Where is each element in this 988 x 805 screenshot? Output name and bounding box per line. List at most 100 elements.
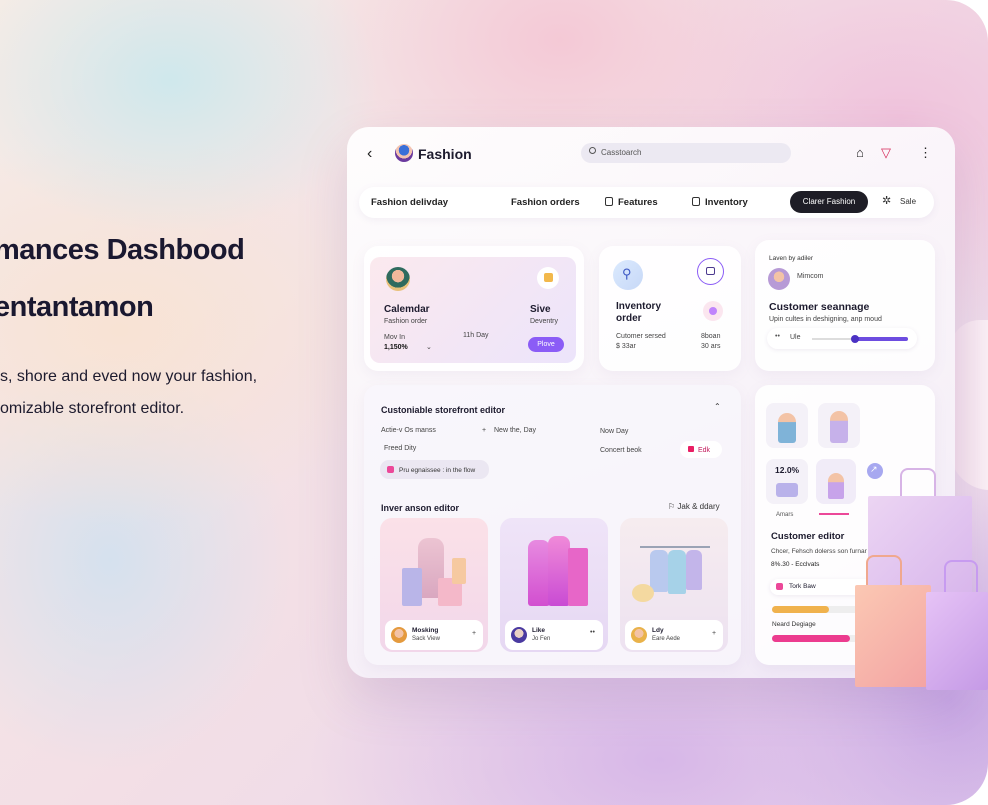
tab-inventory[interactable]: Inventory xyxy=(692,197,748,208)
checkbox-icon xyxy=(605,197,613,206)
plove-button[interactable]: Plove xyxy=(528,337,564,352)
filter-icon[interactable]: ▽ xyxy=(881,145,891,161)
back-icon[interactable]: ‹ xyxy=(367,145,372,163)
brand-name: Fashion xyxy=(418,146,472,162)
product-sub: Eare Aede xyxy=(652,636,681,642)
mov-value: 1,150% xyxy=(384,344,408,351)
slider-fill xyxy=(855,337,908,341)
customer-editor-title: Customer editor xyxy=(771,531,845,542)
stat-value: 12.0% xyxy=(775,465,800,475)
inv-value-2: 30 ars xyxy=(701,343,721,350)
bar-label: Neard Degiage xyxy=(772,621,816,628)
product-bag-image xyxy=(568,548,588,606)
top-bar: ‹ Fashion Casstoarch ⌂ ▽ ⋮ xyxy=(347,127,955,179)
add-icon[interactable]: + xyxy=(472,630,476,637)
trend-icon[interactable]: ↗ xyxy=(867,463,883,479)
product-clothes-image xyxy=(686,550,702,590)
more-icon[interactable]: •• xyxy=(590,629,595,636)
row2-b: Concert beok xyxy=(600,447,642,454)
calendar-title: Calemdar xyxy=(384,304,430,315)
bag-handle xyxy=(866,555,902,589)
bag-handle xyxy=(944,560,978,596)
inventory-card: ⚲ Inventory order Cutomer sersed $ 33ar … xyxy=(599,246,741,371)
tab-fashion-orders[interactable]: Fashion orders xyxy=(511,197,580,208)
inventory-title-1: Inventory xyxy=(616,301,662,312)
product-bag-image xyxy=(452,558,466,584)
model-thumb xyxy=(766,403,808,448)
storefront-card: Custoniable storefront editor ⌃ Actie-v … xyxy=(364,385,741,665)
bag-purple xyxy=(926,592,988,690)
inv-label-1: Cutomer sersed xyxy=(616,333,666,340)
search-icon xyxy=(589,147,596,154)
more-icon[interactable]: ⋮ xyxy=(919,145,932,161)
add-icon[interactable]: + xyxy=(712,630,716,637)
product-name: Mosking xyxy=(412,627,439,634)
slider-handle[interactable] xyxy=(851,335,860,343)
customer-name: Mimcom xyxy=(797,273,824,280)
tab-features[interactable]: Features xyxy=(605,197,658,208)
product-dress-image xyxy=(548,536,570,606)
model-thumb xyxy=(816,459,856,504)
product-dress-image xyxy=(528,540,550,606)
inv-value-1: $ 33ar xyxy=(616,343,636,350)
product-sub: Jo Fen xyxy=(532,636,551,642)
chip-icon xyxy=(387,466,394,473)
row1-b: New the, Day xyxy=(494,427,537,434)
search-input[interactable]: Casstoarch xyxy=(581,143,791,163)
product-name: Like xyxy=(532,627,546,634)
clarer-fashion-button[interactable]: Clarer Fashion xyxy=(790,191,868,213)
product-footer: Ldy Eare Aede + xyxy=(625,620,723,650)
mannequin-decoration xyxy=(950,320,988,490)
chevron-down-icon[interactable]: ⌄ xyxy=(426,343,432,351)
slider-label: Ule xyxy=(790,334,801,341)
row1-c: Now Day xyxy=(600,428,629,435)
box-icon[interactable] xyxy=(697,258,724,285)
tab-bar: Fashion delivday Fashion orders Features… xyxy=(359,187,934,218)
jak-ddary-link[interactable]: ⚐ Jak & ddary xyxy=(668,502,720,511)
customer-card: Laven by adiler Mimcom Customer seannage… xyxy=(755,240,935,371)
slider-dots-icon: •• xyxy=(775,333,780,340)
gear-icon[interactable]: ✲ xyxy=(882,194,891,207)
slider-control[interactable]: •• Ule xyxy=(767,328,917,349)
task-label: Tork Baw xyxy=(789,583,816,590)
stat-bag-icon xyxy=(776,483,798,497)
bag-peach xyxy=(855,585,931,687)
edit-button[interactable]: Edk xyxy=(680,441,722,458)
model-thumb xyxy=(818,403,860,448)
mov-label: Mov In xyxy=(384,334,406,341)
tab-sale[interactable]: Sale xyxy=(900,197,916,206)
product-avatar xyxy=(511,627,527,643)
product-card[interactable]: Mosking Sack View + xyxy=(380,518,488,652)
brand-logo-icon xyxy=(395,144,413,162)
product-name: Ldy xyxy=(652,627,664,634)
product-footer: Mosking Sack View + xyxy=(385,620,483,650)
customer-title: Customer seannage xyxy=(769,301,870,313)
home-icon[interactable]: ⌂ xyxy=(856,145,864,160)
stat-tile: 12.0% xyxy=(766,459,808,504)
plus-icon[interactable]: + xyxy=(482,427,486,434)
customer-editor-desc: Chcer, Fehsch dolerss son furnar xyxy=(771,548,867,555)
tab-fashion-delivday[interactable]: Fashion delivday xyxy=(371,197,448,208)
collapse-icon[interactable]: ⌃ xyxy=(714,402,721,411)
progress-bar-orange xyxy=(772,606,830,613)
customer-desc: Upin cultes in deshigning, anp moud xyxy=(769,316,882,323)
inventory-title-2: order xyxy=(616,313,642,324)
hero-description-2: omizable storefront editor. xyxy=(0,400,185,417)
product-clothes-image xyxy=(650,550,668,592)
product-avatar xyxy=(631,627,647,643)
search-placeholder: Casstoarch xyxy=(601,148,642,157)
calendar-card: Calemdar Fashion order Sive Deventry Mov… xyxy=(364,246,584,371)
flow-chip[interactable]: Pru egnaissee : in the flow xyxy=(380,460,489,479)
inv-label-2: 8boan xyxy=(701,333,721,340)
product-sub: Sack View xyxy=(412,636,440,642)
customer-editor-price: 8%.30 - Ecclvats xyxy=(771,561,820,568)
hero-title-line2: entantamon xyxy=(0,291,154,323)
sive-sub: Deventry xyxy=(530,318,559,325)
row1-a: Actie-v Os manss xyxy=(381,427,436,434)
product-card[interactable]: Ldy Eare Aede + xyxy=(620,518,728,652)
storefront-title: Custoniable storefront editor xyxy=(381,405,506,415)
edit-icon xyxy=(688,446,694,452)
product-footer: Like Jo Fen •• xyxy=(505,620,603,650)
trash-icon: ⚐ xyxy=(668,502,678,511)
product-card[interactable]: Like Jo Fen •• xyxy=(500,518,608,652)
